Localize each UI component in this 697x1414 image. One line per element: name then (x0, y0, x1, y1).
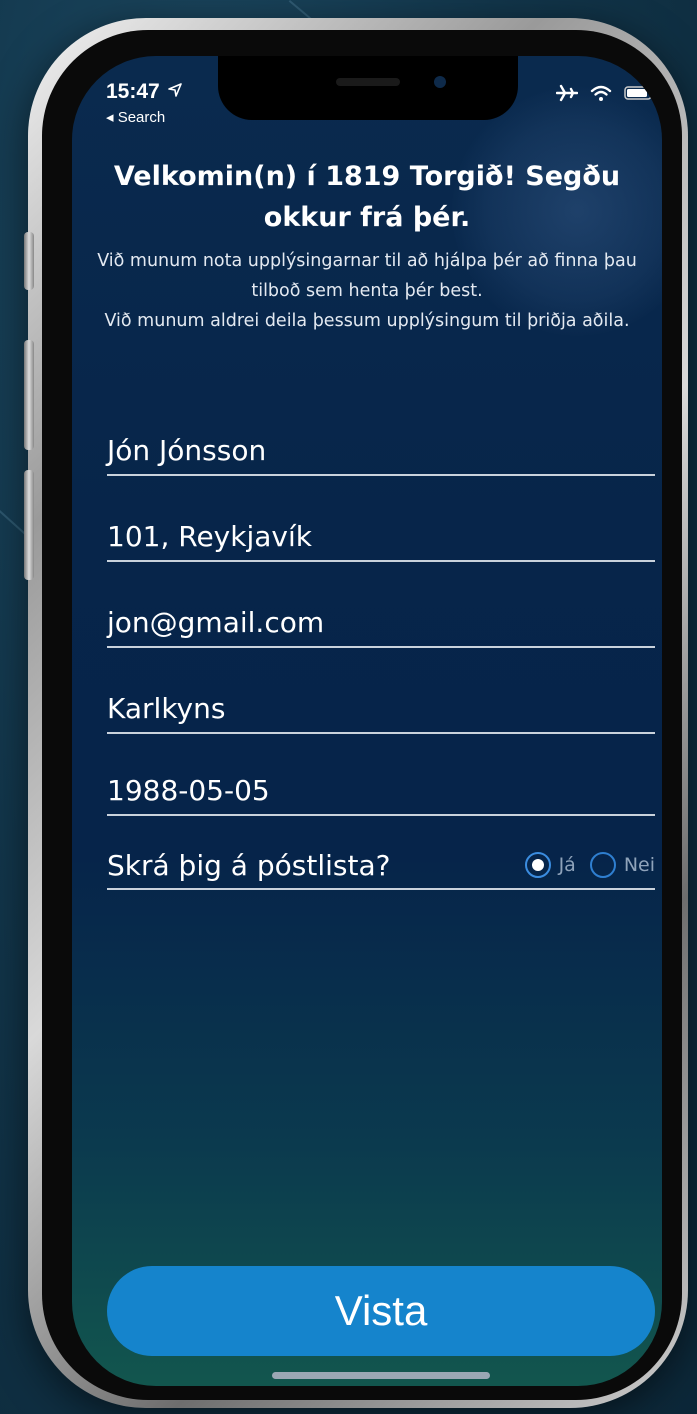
notch (218, 56, 518, 120)
save-button[interactable]: Vista (107, 1266, 655, 1356)
front-camera (434, 76, 446, 88)
battery-icon (624, 86, 655, 100)
radio-dot (531, 859, 544, 871)
status-icons (556, 84, 656, 102)
newsletter-yes-label: Já (558, 854, 576, 876)
back-to-search-link[interactable]: ◂ Search (106, 108, 165, 126)
newsletter-yes-option[interactable]: Já (524, 852, 576, 878)
newsletter-no-label: Nei (623, 854, 655, 876)
email-field[interactable]: jon@gmail.com (107, 600, 655, 648)
newsletter-label: Skrá þig á póstlista? (107, 848, 391, 882)
radio-unselected-icon[interactable] (589, 852, 616, 878)
status-time: 15:47 (106, 80, 182, 104)
airplane-icon (556, 84, 578, 102)
home-indicator (272, 1372, 490, 1379)
gender-field[interactable]: Karlkyns (107, 686, 655, 734)
app-screen: 15:47 ◂ Search Velkomin(n) í 1819 Torgið… (72, 56, 662, 1386)
speaker-grille (336, 78, 400, 86)
phone-side-button (24, 470, 34, 580)
name-field[interactable]: Jón Jónsson (107, 428, 655, 476)
intro-paragraph: Við munum nota upplýsingarnar til að hjá… (97, 251, 637, 301)
location-arrow-icon (167, 83, 182, 97)
birthdate-field[interactable]: 1988-05-05 (107, 768, 655, 816)
location-field[interactable]: 101, Reykjavík (107, 514, 655, 562)
status-time-text: 15:47 (106, 80, 160, 103)
phone-side-button (24, 232, 34, 290)
newsletter-no-option[interactable]: Nei (589, 852, 655, 878)
phone-side-button (24, 340, 34, 450)
wifi-icon (590, 85, 612, 101)
welcome-title: Velkomin(n) í 1819 Torgið! Segðu okkur f… (113, 161, 621, 233)
newsletter-row: Skrá þig á póstlista? Já Nei (107, 842, 655, 890)
intro-paragraph: Við munum aldrei deila þessum upplýsingu… (104, 311, 630, 331)
radio-selected-icon[interactable] (524, 852, 551, 878)
intro-text: Við munum nota upplýsingarnar til að hjá… (92, 246, 642, 336)
